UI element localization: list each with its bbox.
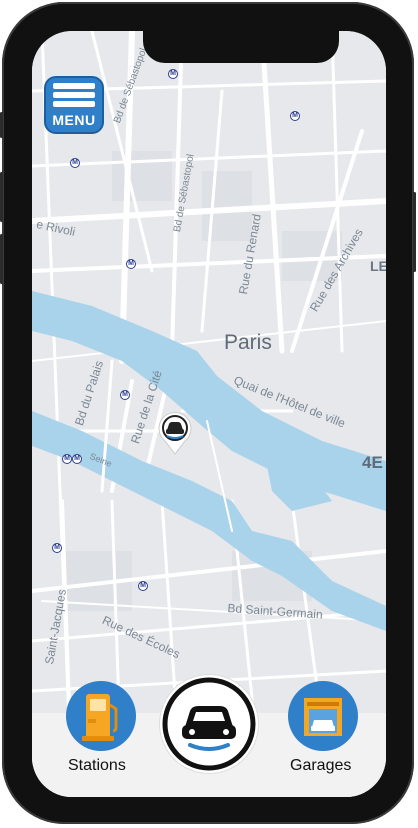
metro-icon[interactable]: M — [120, 390, 130, 400]
metro-icon[interactable]: M — [126, 259, 136, 269]
city-label: Paris — [224, 331, 272, 354]
metro-icon[interactable]: M — [72, 454, 82, 464]
car-button[interactable] — [160, 675, 258, 773]
stations-label[interactable]: Stations — [68, 757, 126, 775]
stations-button[interactable] — [66, 681, 136, 751]
car-icon — [162, 677, 256, 771]
district-label: 4E — [362, 453, 383, 472]
metro-icon[interactable]: M — [290, 111, 300, 121]
power-button — [413, 192, 416, 272]
garages-label[interactable]: Garages — [290, 757, 351, 775]
menu-label: MENU — [52, 112, 96, 128]
district-label: LE — [370, 258, 386, 274]
menu-button[interactable]: MENU — [44, 76, 104, 134]
metro-icon[interactable]: M — [168, 69, 178, 79]
metro-icon[interactable]: M — [62, 454, 72, 464]
mute-switch — [0, 112, 3, 138]
fuel-pump-icon — [82, 694, 118, 741]
phone-notch — [143, 31, 339, 63]
car-pin-icon[interactable] — [157, 411, 193, 455]
garages-button[interactable] — [288, 681, 358, 751]
volume-down-button — [0, 234, 3, 284]
app-screen: Bd de Sébastopol e Rivoli Bd de Sébastop… — [32, 31, 386, 797]
volume-up-button — [0, 172, 3, 222]
garage-icon — [304, 698, 342, 736]
metro-icon[interactable]: M — [70, 158, 80, 168]
metro-icon[interactable]: M — [138, 581, 148, 591]
metro-icon[interactable]: M — [52, 543, 62, 553]
